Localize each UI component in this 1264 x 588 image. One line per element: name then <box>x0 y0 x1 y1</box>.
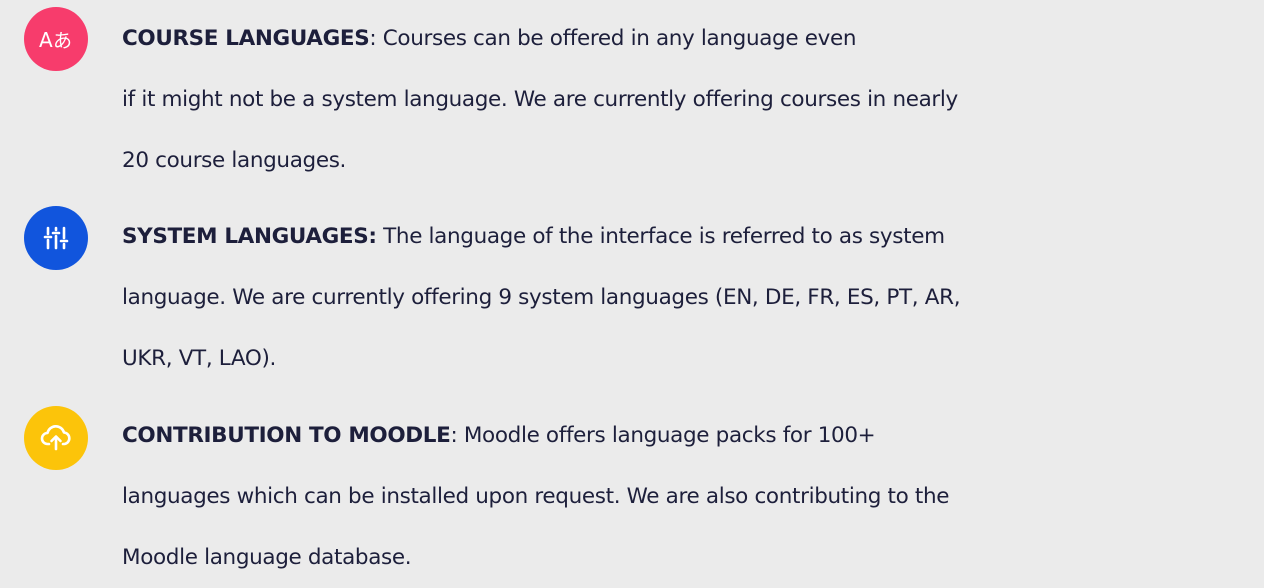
text-line: 20 course languages. <box>122 148 347 173</box>
section-title: COURSE LANGUAGES <box>122 26 370 51</box>
system-languages-text: SYSTEM LANGUAGES: The language of the in… <box>122 206 1264 389</box>
svg-text:A: A <box>39 28 53 52</box>
section-title: SYSTEM LANGUAGES: <box>122 224 377 249</box>
cloud-upload-icon <box>24 406 88 470</box>
text-line: languages which can be installed upon re… <box>122 484 950 509</box>
svg-text:あ: あ <box>53 30 72 52</box>
translate-icon: A あ <box>24 7 88 71</box>
sliders-icon <box>24 206 88 270</box>
text-line: Moodle language database. <box>122 545 412 570</box>
text-line: UKR, VT, LAO). <box>122 346 276 371</box>
section-title: CONTRIBUTION TO MOODLE <box>122 423 451 448</box>
text-line: if it might not be a system language. We… <box>122 87 958 112</box>
course-languages-text: COURSE LANGUAGES: Courses can be offered… <box>122 8 1264 191</box>
text-line: COURSE LANGUAGES: Courses can be offered… <box>122 8 1264 69</box>
body-text: Courses can be offered in any language e… <box>376 26 857 51</box>
text-line: language. We are currently offering 9 sy… <box>122 285 961 310</box>
contribution-text: CONTRIBUTION TO MOODLE: Moodle offers la… <box>122 405 1264 588</box>
text-line: SYSTEM LANGUAGES: The language of the in… <box>122 206 1264 267</box>
body-text: Moodle offers language packs for 100+ <box>457 423 876 448</box>
text-line: CONTRIBUTION TO MOODLE: Moodle offers la… <box>122 405 1264 466</box>
body-text: The language of the interface is referre… <box>376 224 945 249</box>
